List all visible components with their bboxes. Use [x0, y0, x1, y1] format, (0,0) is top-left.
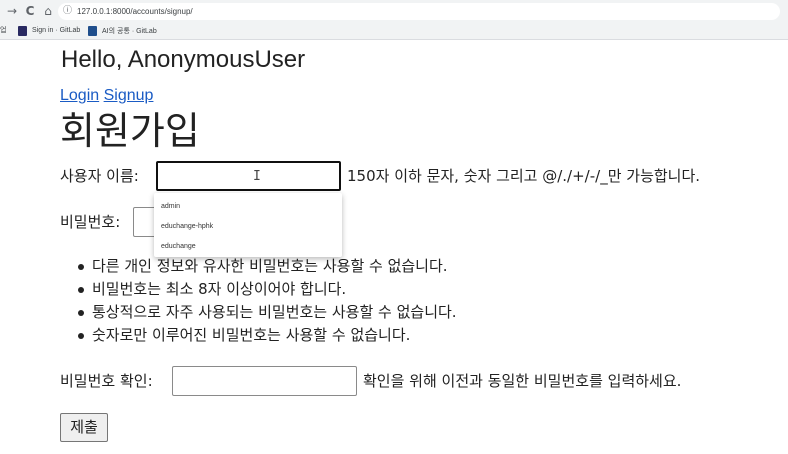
password-rule-text: 숫자로만 이루어진 비밀번호는 사용할 수 없습니다.: [92, 326, 411, 344]
gitlab-icon: [18, 25, 27, 36]
list-item: 비밀번호는 최소 8자 이상이어야 합니다.: [78, 278, 457, 301]
password-confirm-help-text: 확인을 위해 이전과 동일한 비밀번호를 입력하세요.: [363, 372, 682, 390]
password-confirm-label: 비밀번호 확인:: [60, 372, 153, 390]
url-text[interactable]: 127.0.0.1:8000/accounts/signup/: [77, 3, 193, 20]
password-label: 비밀번호:: [60, 213, 121, 231]
bookmarks-bar: 업 Sign in · GitLab AI의 공통 · GitLab: [0, 22, 788, 39]
username-help-text: 150자 이하 문자, 숫자 그리고 @/./+/-/_만 가능합니다.: [347, 167, 701, 185]
password-confirm-input[interactable]: [172, 366, 357, 396]
password-rule-text: 통상적으로 자주 사용되는 비밀번호는 사용할 수 없습니다.: [92, 303, 457, 321]
username-label: 사용자 이름:: [60, 167, 139, 185]
signup-link[interactable]: Signup: [104, 87, 154, 104]
password-rules-list: 다른 개인 정보와 유사한 비밀번호는 사용할 수 없습니다. 비밀번호는 최소…: [78, 255, 457, 347]
page-title: 회원가입: [60, 109, 200, 153]
submit-button[interactable]: 제출: [60, 413, 108, 442]
username-input[interactable]: I: [156, 161, 341, 191]
autocomplete-option[interactable]: educhange-hphk: [161, 222, 213, 232]
list-item: 통상적으로 자주 사용되는 비밀번호는 사용할 수 없습니다.: [78, 301, 457, 324]
username-autocomplete-dropdown: admin educhange-hphk educhange: [154, 193, 342, 257]
password-rule-text: 다른 개인 정보와 유사한 비밀번호는 사용할 수 없습니다.: [92, 257, 448, 275]
list-item: 숫자로만 이루어진 비밀번호는 사용할 수 없습니다.: [78, 324, 457, 347]
bookmark-gitlab-signin[interactable]: Sign in · GitLab: [18, 24, 80, 37]
browser-chrome: → C ⌂ ⓘ 127.0.0.1:8000/accounts/signup/ …: [0, 0, 788, 40]
bullet-icon: [78, 333, 84, 339]
browser-nav-row: → C ⌂ ⓘ 127.0.0.1:8000/accounts/signup/: [0, 0, 788, 22]
info-icon[interactable]: ⓘ: [63, 4, 72, 19]
bookmark-cutoff-label[interactable]: 업: [0, 25, 6, 36]
home-icon[interactable]: ⌂: [40, 3, 56, 19]
bookmark-label: Sign in · GitLab: [32, 27, 81, 34]
bookmark-ai-gitlab[interactable]: AI의 공통 · GitLab: [88, 24, 157, 37]
address-bar[interactable]: ⓘ 127.0.0.1:8000/accounts/signup/: [58, 3, 780, 20]
auth-links: Login Signup: [60, 86, 153, 106]
bullet-icon: [78, 264, 84, 270]
password-rule-text: 비밀번호는 최소 8자 이상이어야 합니다.: [92, 280, 347, 298]
bookmark-icon: [88, 25, 97, 36]
forward-icon[interactable]: →: [4, 3, 20, 19]
login-link[interactable]: Login: [60, 87, 99, 104]
list-item: 다른 개인 정보와 유사한 비밀번호는 사용할 수 없습니다.: [78, 255, 457, 278]
bookmark-label: AI의 공통 · GitLab: [102, 27, 157, 35]
page-content: Hello, AnonymousUser Login Signup 회원가입 사…: [0, 40, 788, 454]
greeting-heading: Hello, AnonymousUser: [61, 46, 306, 73]
reload-icon[interactable]: C: [22, 3, 38, 19]
bullet-icon: [78, 310, 84, 316]
bullet-icon: [78, 287, 84, 293]
autocomplete-option[interactable]: admin: [161, 202, 180, 212]
autocomplete-option[interactable]: educhange: [161, 242, 196, 252]
text-cursor-icon: I: [253, 169, 261, 184]
